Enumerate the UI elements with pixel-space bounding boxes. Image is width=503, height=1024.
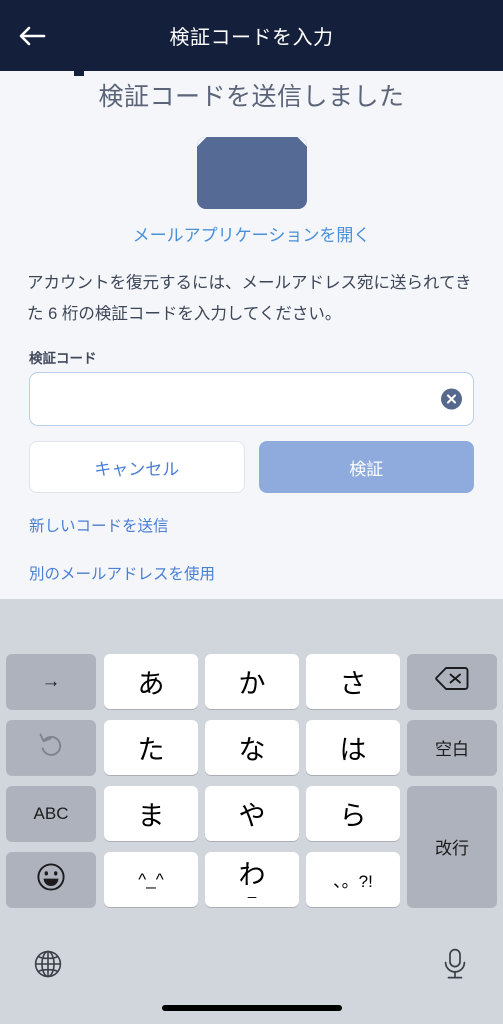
back-button[interactable]	[0, 0, 64, 71]
envelope-illustration	[0, 137, 503, 209]
app-header: 検証コードを入力	[0, 0, 503, 71]
keyboard-bottom-bar	[0, 922, 503, 1024]
key-sa[interactable]: さ	[306, 654, 400, 709]
resend-code-link[interactable]: 新しいコードを送信	[29, 514, 169, 536]
key-a[interactable]: あ	[104, 654, 198, 709]
key-punctuation[interactable]: 、。?!	[306, 852, 400, 907]
clear-input-button[interactable]	[441, 388, 462, 410]
main-content: 検証コードを送信しました メールアプリケーションを開く アカウントを復元するには…	[0, 71, 503, 599]
open-mail-app-link[interactable]: メールアプリケーションを開く	[0, 221, 503, 246]
key-ya[interactable]: や	[205, 786, 299, 841]
envelope-icon	[196, 137, 307, 209]
content-heading: 検証コードを送信しました	[98, 83, 405, 111]
cancel-button[interactable]: キャンセル	[29, 441, 245, 494]
emoji-icon	[36, 862, 66, 898]
key-ka[interactable]: か	[205, 654, 299, 709]
japanese-keyboard: → あ か さ た な は 空白 ABC ま や ら 改行 ^_^ わ _ 、。…	[0, 599, 503, 1024]
undo-icon	[37, 731, 65, 765]
key-ha[interactable]: は	[306, 720, 400, 775]
home-indicator	[161, 1005, 342, 1011]
key-next-candidate[interactable]: →	[6, 654, 96, 709]
code-input-row	[29, 372, 474, 427]
key-wa-sublabel: _	[247, 881, 257, 899]
verify-button[interactable]: 検証	[258, 441, 474, 494]
clear-circle-icon	[446, 394, 457, 405]
key-kaomoji[interactable]: ^_^	[104, 852, 198, 907]
key-emoji[interactable]	[6, 852, 96, 907]
instructions-text: アカウントを復元するには、メールアドレス宛に送られてきた 6 桁の検証コードを入…	[27, 274, 472, 323]
backspace-icon	[435, 666, 469, 697]
code-field-label: 検証コード	[29, 351, 97, 367]
globe-icon	[33, 949, 63, 984]
key-ma[interactable]: ま	[104, 786, 198, 841]
key-space[interactable]: 空白	[407, 720, 497, 775]
key-backspace[interactable]	[407, 654, 497, 709]
use-other-email-link[interactable]: 別のメールアドレスを使用	[29, 562, 215, 584]
keyboard-keys: → あ か さ た な は 空白 ABC ま や ら 改行 ^_^ わ _ 、。…	[0, 654, 503, 922]
action-buttons: キャンセル 検証	[29, 441, 474, 494]
key-return[interactable]: 改行	[407, 786, 497, 907]
verification-code-input[interactable]	[29, 372, 474, 427]
globe-button[interactable]	[26, 944, 70, 988]
key-ta[interactable]: た	[104, 720, 198, 775]
key-abc[interactable]: ABC	[6, 786, 96, 841]
arrow-left-icon	[17, 24, 47, 48]
key-ra[interactable]: ら	[306, 786, 400, 841]
microphone-icon	[442, 948, 468, 985]
phone-screen: 検証コードを入力 検証コードを送信しました メールアプリケーションを開く アカウ…	[0, 0, 503, 1024]
microphone-button[interactable]	[433, 944, 477, 988]
header-notch	[74, 71, 84, 76]
page-title: 検証コードを入力	[169, 27, 334, 49]
key-wa[interactable]: わ _	[205, 852, 299, 907]
key-na[interactable]: な	[205, 720, 299, 775]
key-undo[interactable]	[6, 720, 96, 775]
